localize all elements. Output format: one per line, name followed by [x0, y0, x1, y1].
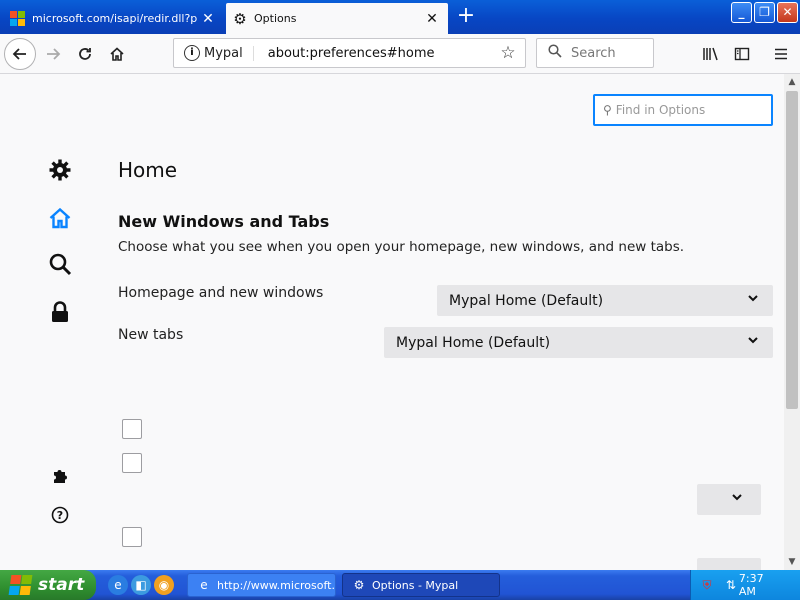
chevron-down-icon: [732, 494, 742, 501]
desktop-quicklaunch-icon[interactable]: ◧: [131, 575, 151, 595]
start-button[interactable]: start: [0, 570, 96, 600]
checkbox-2[interactable]: [122, 453, 142, 473]
scroll-up-arrow-icon[interactable]: ▲: [784, 74, 800, 90]
reload-icon: [79, 48, 91, 60]
chevron-down-icon: [748, 337, 758, 344]
info-icon[interactable]: i: [184, 45, 200, 61]
section-description: Choose what you see when you open your h…: [118, 239, 685, 255]
home-button[interactable]: [102, 39, 132, 69]
category-search-icon[interactable]: [46, 250, 74, 278]
menu-button[interactable]: [766, 39, 796, 69]
homepage-dropdown[interactable]: Mypal Home (Default): [437, 285, 773, 316]
tab-title: microsoft.com/isapi/redir.dll?prd=i: [32, 12, 198, 25]
homepage-label: Homepage and new windows: [118, 285, 324, 301]
scroll-down-arrow-icon[interactable]: ▼: [784, 554, 800, 570]
search-bar[interactable]: Search: [536, 38, 654, 68]
media-quicklaunch-icon[interactable]: ◉: [154, 575, 174, 595]
small-dropdown[interactable]: [697, 484, 761, 515]
taskbar: start e ◧ ◉ e http://www.microsoft.... ⚙…: [0, 570, 800, 600]
reload-button[interactable]: [70, 39, 100, 69]
close-window-button[interactable]: ✕: [777, 2, 798, 23]
arrow-left-icon: [12, 48, 26, 60]
mypal-icon: ⚙: [353, 578, 365, 592]
preferences-page: ⚲ Find in Options ? Home New Windows and…: [0, 74, 784, 570]
task-label: http://www.microsoft....: [217, 578, 336, 592]
category-privacy-lock-icon[interactable]: [46, 298, 74, 326]
small-dropdown-partial[interactable]: [697, 558, 761, 570]
clock: 7:37 AM: [738, 572, 764, 598]
tab-microsoft[interactable]: microsoft.com/isapi/redir.dll?prd=i ✕: [4, 3, 224, 34]
search-icon: ⚲: [603, 103, 612, 117]
category-general-gear-icon[interactable]: [46, 156, 74, 184]
hamburger-icon: [775, 48, 787, 60]
minimize-button[interactable]: _: [731, 2, 752, 23]
newtabs-dropdown[interactable]: Mypal Home (Default): [384, 327, 773, 358]
home-icon: [110, 47, 124, 61]
help-icon[interactable]: ?: [46, 501, 74, 529]
tab-strip: microsoft.com/isapi/redir.dll?prd=i ✕ ⚙ …: [0, 0, 800, 34]
new-tab-button[interactable]: +: [452, 5, 480, 29]
back-button[interactable]: [4, 38, 36, 70]
windows-flag-icon: [8, 575, 34, 595]
newtabs-label: New tabs: [118, 327, 184, 343]
ie-icon: e: [200, 578, 208, 592]
ie-quicklaunch-icon[interactable]: e: [108, 575, 128, 595]
newtabs-value: Mypal Home (Default): [396, 334, 551, 351]
identity-label: Mypal: [204, 45, 254, 61]
checkbox-1[interactable]: [122, 419, 142, 439]
system-tray: ⛨ ⇅ 7:37 AM: [690, 570, 800, 600]
tab-title: Options: [254, 12, 297, 25]
bookmark-star-icon[interactable]: ☆: [497, 43, 519, 63]
microsoft-logo-icon: [10, 10, 26, 27]
close-tab-icon[interactable]: ✕: [422, 11, 442, 27]
close-tab-icon[interactable]: ✕: [198, 11, 218, 27]
task-label: Options - Mypal: [372, 578, 459, 592]
find-in-options-input[interactable]: ⚲ Find in Options: [593, 94, 773, 126]
checkbox-3[interactable]: [122, 527, 142, 547]
sidebar-button[interactable]: [727, 39, 757, 69]
scroll-thumb[interactable]: [786, 91, 798, 409]
svg-text:?: ?: [57, 509, 63, 522]
taskbar-item-ie[interactable]: e http://www.microsoft....: [187, 573, 336, 597]
library-button[interactable]: [696, 39, 726, 69]
taskbar-item-mypal[interactable]: ⚙ Options - Mypal: [342, 573, 500, 597]
url-bar[interactable]: i Mypal about:preferences#home ☆: [173, 38, 526, 68]
security-shield-icon[interactable]: ⛨: [699, 577, 715, 593]
nav-toolbar: i Mypal about:preferences#home ☆ Search: [0, 34, 800, 74]
start-label: start: [38, 575, 85, 595]
tab-options[interactable]: ⚙ Options ✕: [226, 3, 448, 34]
url-text[interactable]: about:preferences#home: [268, 46, 497, 61]
sidebar-icon: [734, 47, 750, 61]
category-home-icon[interactable]: [46, 204, 74, 232]
gear-icon: ⚙: [233, 9, 247, 28]
page-scrollbar[interactable]: ▲ ▼: [784, 74, 800, 570]
chevron-down-icon: [748, 295, 758, 302]
extensions-puzzle-icon[interactable]: [46, 462, 74, 490]
page-title: Home: [118, 158, 178, 182]
forward-button[interactable]: [38, 39, 68, 69]
search-placeholder: Search: [571, 45, 616, 61]
network-icon[interactable]: ⇅: [723, 577, 739, 593]
arrow-right-icon: [47, 48, 61, 60]
section-title: New Windows and Tabs: [118, 212, 330, 231]
search-icon: [545, 44, 565, 62]
restore-button[interactable]: ❐: [754, 2, 775, 23]
library-icon: [703, 47, 718, 61]
window-controls: _ ❐ ✕: [731, 2, 798, 23]
find-placeholder: Find in Options: [615, 103, 706, 117]
homepage-value: Mypal Home (Default): [449, 292, 604, 309]
